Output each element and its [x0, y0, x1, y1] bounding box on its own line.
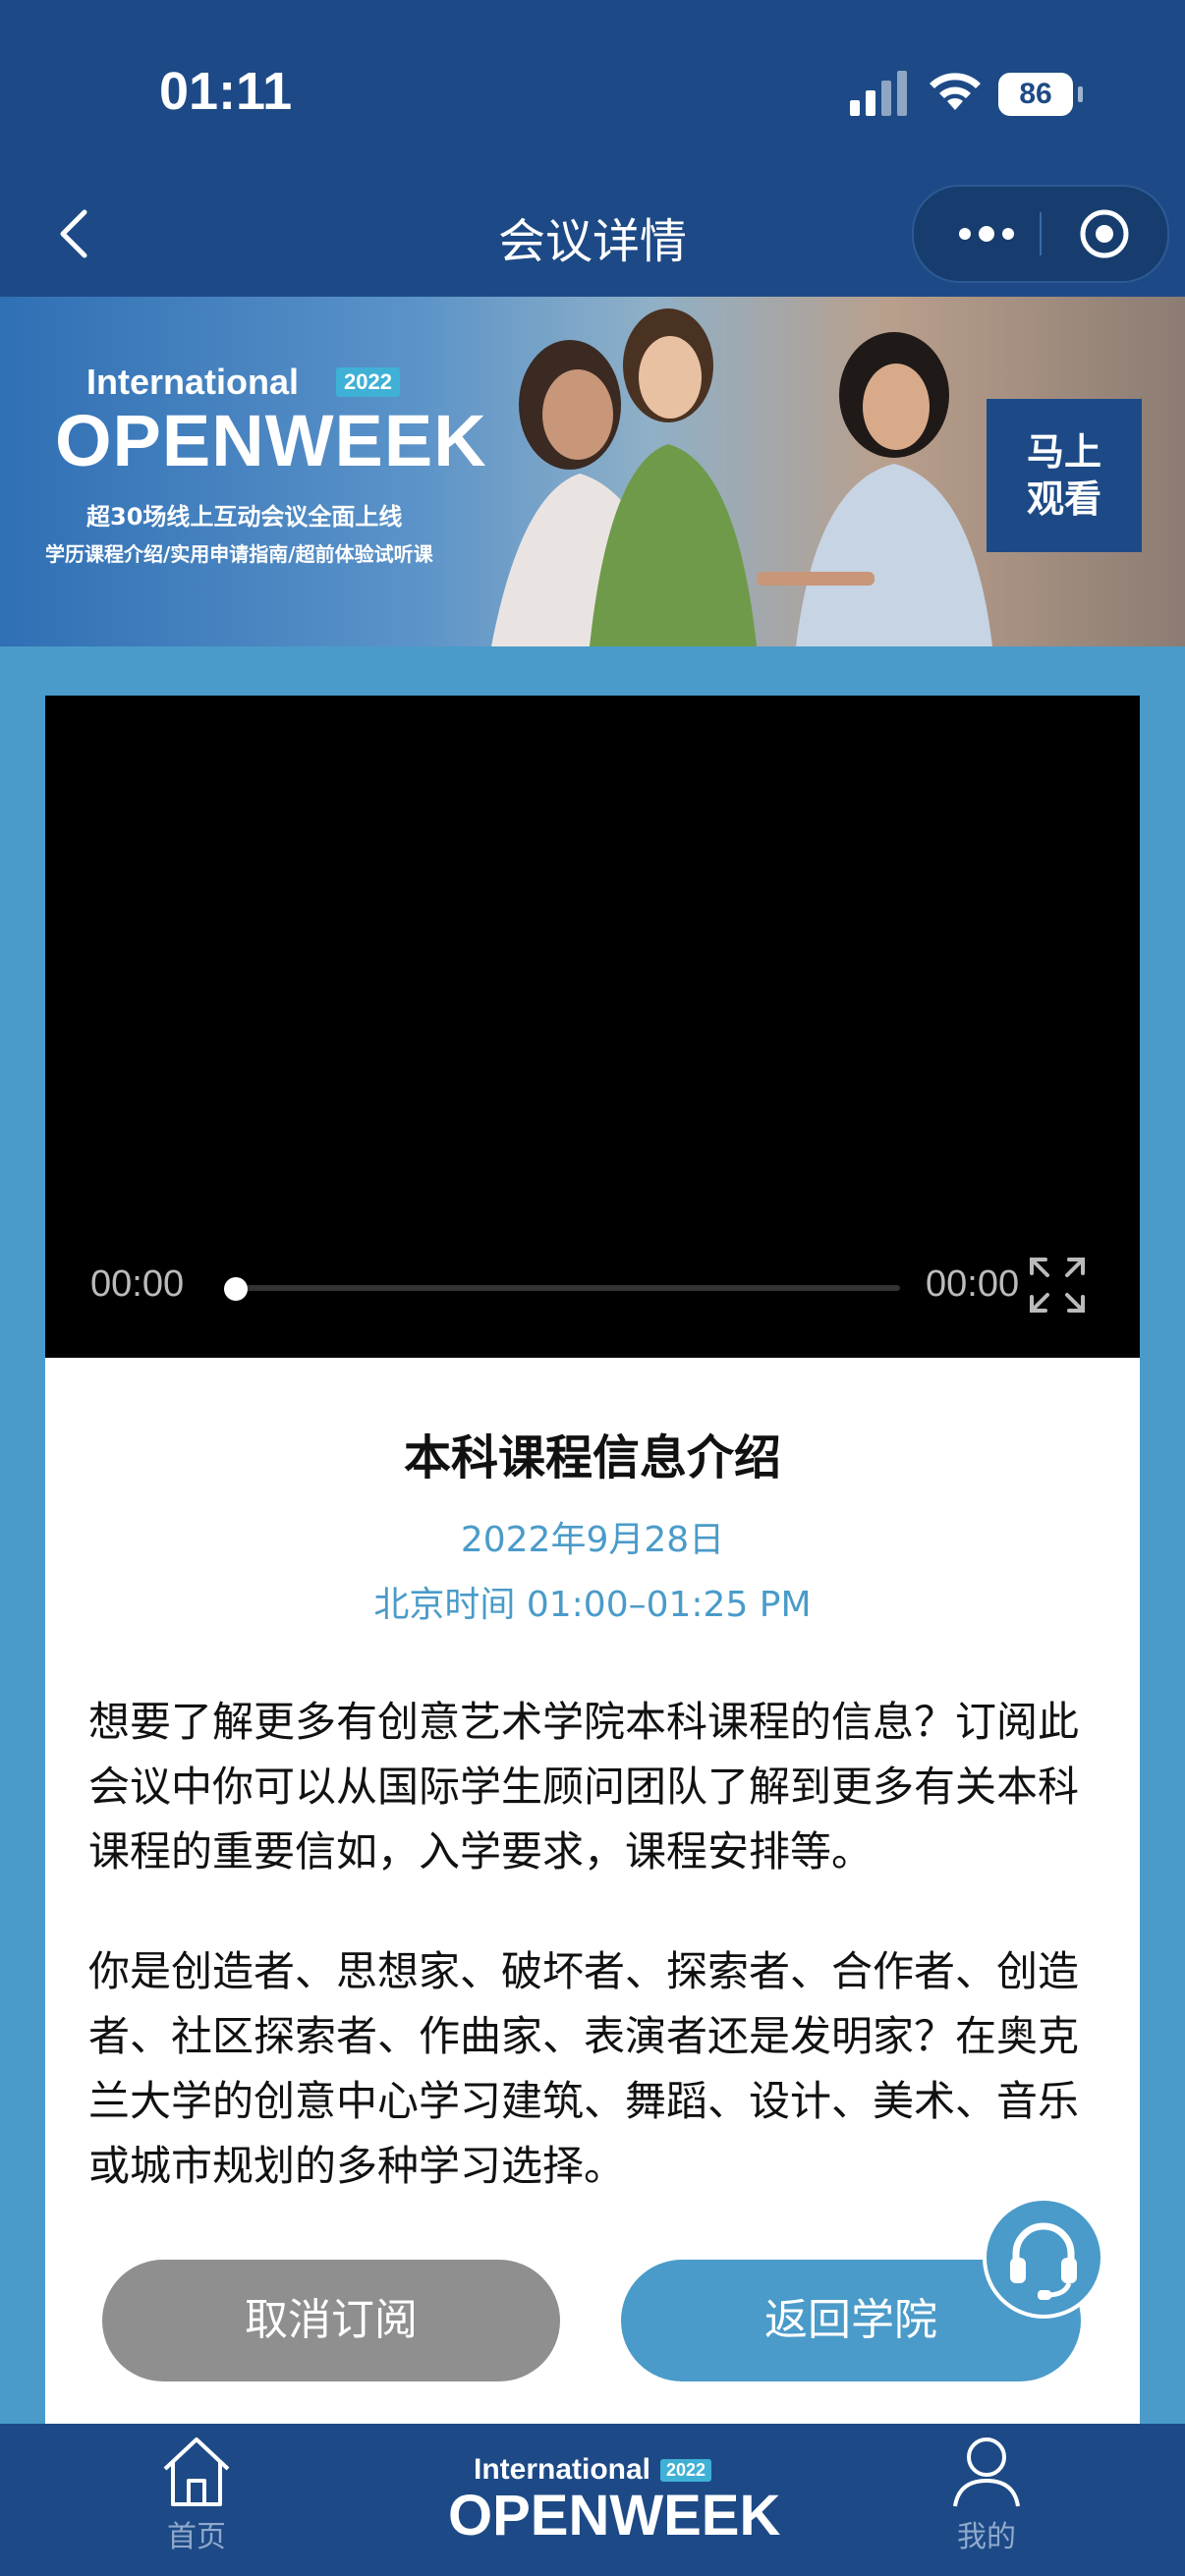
event-title: 本科课程信息介绍	[403, 1430, 781, 1485]
banner-brand-main: OPENWEEK	[55, 400, 487, 481]
status-bar: 01:11 86	[0, 0, 1185, 177]
openweek-banner[interactable]: International 2022 OPENWEEK 超30场线上互动会议全面…	[0, 297, 1185, 646]
event-detail-card: 本科课程信息介绍 2022年9月28日 北京时间 01:00–01:25 PM …	[45, 1358, 1140, 2424]
logo-brand-top: International	[474, 2453, 651, 2486]
capsule-divider	[1040, 212, 1042, 255]
event-time: 北京时间 01:00–01:25 PM	[373, 1585, 812, 1625]
home-icon	[163, 2437, 230, 2506]
tab-home[interactable]: 首页	[138, 2432, 255, 2569]
logo-brand-main: OPENWEEK	[448, 2484, 781, 2548]
video-duration: 00:00	[926, 1263, 1020, 1305]
battery-indicator: 86	[998, 73, 1083, 116]
video-player[interactable]: 00:00 00:00	[45, 696, 1140, 1358]
tab-home-label: 首页	[167, 2520, 226, 2554]
logo-brand-year: 2022	[660, 2459, 712, 2482]
headset-icon	[1010, 2222, 1077, 2300]
user-icon	[953, 2437, 1020, 2507]
tab-mine[interactable]: 我的	[928, 2432, 1045, 2569]
watch-now-line2: 观看	[1026, 477, 1101, 521]
nav-bar: 会议详情	[0, 177, 1185, 297]
watch-now-line1: 马上	[1026, 430, 1101, 474]
video-current-time: 00:00	[90, 1263, 185, 1305]
banner-brand-year: 2022	[336, 367, 400, 397]
video-progress-handle[interactable]	[224, 1277, 248, 1301]
more-icon[interactable]	[949, 220, 1047, 248]
video-progress-track[interactable]	[238, 1285, 900, 1291]
signal-icon	[850, 71, 909, 116]
banner-headline: 超30场线上互动会议全面上线	[86, 503, 403, 531]
close-miniprogram-icon[interactable]	[1077, 206, 1132, 261]
wifi-icon	[930, 73, 981, 110]
banner-brand-top: International	[86, 362, 300, 402]
event-date: 2022年9月28日	[460, 1520, 725, 1560]
miniprogram-capsule	[912, 185, 1169, 283]
fullscreen-icon[interactable]	[1028, 1256, 1087, 1315]
cancel-subscription-button[interactable]: 取消订阅	[102, 2260, 560, 2381]
customer-service-button[interactable]	[983, 2197, 1104, 2319]
watch-now-badge[interactable]: 马上 观看	[987, 399, 1142, 552]
students-photo	[491, 308, 992, 646]
event-description-2: 你是创造者、思想家、破坏者、探索者、合作者、创造者、社区探索者、作曲家、表演者还…	[88, 1947, 1080, 2190]
bottom-tab-bar: 首页 International 2022 OPENWEEK 我的	[0, 2424, 1185, 2576]
status-time: 01:11	[159, 62, 293, 121]
openweek-logo[interactable]: International 2022 OPENWEEK	[448, 2453, 780, 2561]
banner-subline: 学历课程介绍/实用申请指南/超前体验试听课	[45, 542, 433, 566]
event-description-1: 想要了解更多有创意艺术学院本科课程的信息？订阅此会议中你可以从国际学生顾问团队了…	[88, 1698, 1080, 1876]
tab-mine-label: 我的	[957, 2520, 1016, 2554]
